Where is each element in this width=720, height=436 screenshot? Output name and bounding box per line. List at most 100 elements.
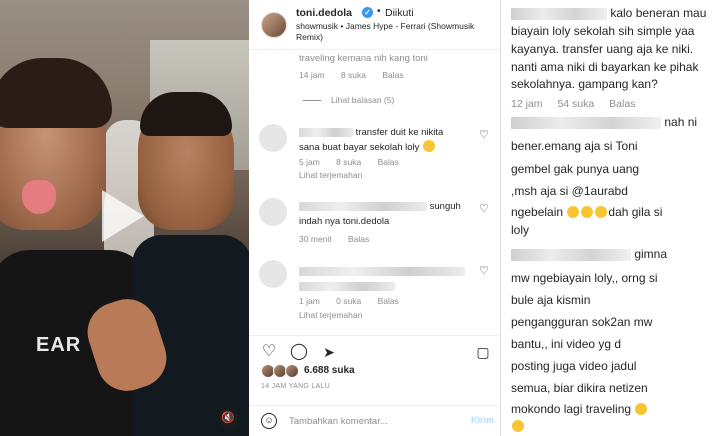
comment-line: sekolahnya. gampang kan? — [511, 77, 658, 91]
reply-button[interactable]: Balas — [382, 70, 403, 80]
comment-line: gimna — [511, 246, 667, 263]
send-button[interactable]: Kirim — [471, 415, 494, 425]
comment-likes[interactable]: 54 suka — [557, 98, 594, 110]
heart-icon[interactable]: ♡ — [479, 128, 489, 141]
laugh-emoji-icon — [512, 420, 524, 432]
video-player[interactable]: EAR 🔇 — [0, 0, 249, 436]
comment-text-truncated: traveling kemana nih kang toni — [299, 53, 428, 64]
comment-line-text: ngebelain — [511, 205, 564, 219]
comment-likes[interactable]: 8 suka — [336, 157, 361, 167]
comment-line: mw ngebiayain loly,, orng si — [511, 271, 658, 285]
heart-icon[interactable]: ♡ — [259, 342, 279, 362]
comment-text: transfer duit ke nikita sana buat bayar … — [299, 125, 443, 155]
bookmark-icon[interactable]: ▢ — [473, 342, 493, 362]
post-username[interactable]: toni.dedola — [296, 7, 352, 19]
post-header: toni.dedola ✓ • Diikuti showmusik • Jame… — [249, 0, 501, 50]
blurred-username — [511, 7, 607, 20]
comment-composer: ☺ Kirim — [249, 405, 501, 436]
person-right-hair — [140, 92, 232, 136]
blurred-comment — [299, 281, 395, 291]
comment-line: posting juga video jadul — [511, 359, 637, 373]
comment-line: kalo beneran mau — [511, 5, 706, 22]
comment-meta: 1 jam 0 suka Balas — [299, 296, 413, 306]
music-label[interactable]: showmusik • James Hype - Ferrari (Showmu… — [296, 21, 492, 43]
play-icon[interactable] — [102, 190, 144, 242]
reply-button[interactable]: Balas — [378, 157, 399, 167]
avatar[interactable] — [261, 12, 287, 38]
reply-button[interactable]: Balas — [609, 98, 635, 110]
tongue — [22, 180, 56, 214]
view-replies-label[interactable]: Lihat balasan (5) — [331, 95, 394, 105]
comment-line: sunguh — [429, 201, 461, 212]
comment-line: nanti ama niki di bayarkan ke pihak — [511, 60, 699, 74]
like-count[interactable]: 6.688 suka — [304, 365, 355, 376]
separator-dot: • — [377, 6, 381, 17]
comment-time: 1 jam — [299, 296, 320, 306]
blurred-username — [299, 201, 427, 211]
comment-line: bule aja kismin — [511, 293, 591, 307]
shirt-print: EAR — [36, 334, 82, 356]
avatar[interactable] — [259, 260, 287, 288]
blurred-username — [511, 248, 631, 261]
comment-meta: 14 jam 8 suka Balas — [299, 70, 418, 80]
comment-line-text: nah ni — [664, 115, 698, 129]
share-icon[interactable]: ➤ — [319, 342, 339, 362]
list-item: traveling kemana nih kang toni 14 jam 8 … — [249, 51, 501, 111]
comment-likes[interactable]: 8 suka — [341, 70, 366, 80]
comment-line-text: mokondo lagi traveling — [511, 402, 632, 416]
comment-icon[interactable]: ◯ — [289, 342, 309, 362]
avatar[interactable] — [259, 198, 287, 226]
comment-input[interactable] — [289, 413, 459, 429]
mute-icon[interactable]: 🔇 — [218, 408, 238, 428]
blurred-username — [299, 127, 353, 137]
comment-line-text: gimna — [634, 247, 668, 261]
comment-line: ngebelain dah gila si — [511, 204, 662, 221]
comment-meta: 5 jam 8 suka Balas — [299, 157, 413, 167]
verified-icon: ✓ — [362, 7, 373, 18]
laugh-emoji-icon — [635, 403, 648, 415]
comment-line: indah nya toni.dedola — [299, 216, 390, 227]
list-item: sunguh indah nya toni.dedola ♡ 30 menit … — [249, 196, 501, 246]
translate-link[interactable]: Lihat terjemahan — [299, 170, 362, 180]
comment-line: kayanya. transfer uang aja ke niki. — [511, 42, 694, 56]
comment-time: 14 jam — [299, 70, 325, 80]
comment-line — [511, 418, 525, 435]
laugh-emoji-icon — [595, 206, 608, 218]
post-timestamp: 14 JAM YANG LALU — [261, 383, 331, 390]
comment-line: mokondo lagi traveling — [511, 401, 648, 418]
post-actions: ♡ ◯ ➤ ▢ 6.688 suka 14 JAM YANG LALU — [249, 335, 501, 405]
comment-text: sunguh indah nya toni.dedola — [299, 199, 461, 229]
heart-icon[interactable]: ♡ — [479, 202, 489, 215]
comment-line: gembel gak punya uang — [511, 162, 640, 176]
comment-time: 30 menit — [299, 234, 332, 244]
zoomed-comments: kalo beneran mau biayain loly sekolah si… — [501, 0, 720, 436]
emoji-icon[interactable]: ☺ — [261, 413, 277, 429]
reply-button[interactable]: Balas — [378, 296, 399, 306]
avatar[interactable] — [259, 124, 287, 152]
comment-line: bantu,, ini video yg d — [511, 337, 622, 351]
comment-line: transfer duit ke nikita — [355, 127, 444, 138]
avatar — [285, 364, 299, 378]
comment-line-text: dah gila si — [608, 205, 663, 219]
comment-meta: 12 jam 54 suka Balas — [511, 98, 647, 110]
comment-line: nah ni — [511, 114, 697, 131]
comment-line: ,msh aja si @1aurabd — [511, 184, 628, 198]
comment-line-text: kalo beneran mau — [610, 6, 707, 20]
comment-likes[interactable]: 0 suka — [336, 296, 361, 306]
reply-button[interactable]: Balas — [348, 234, 369, 244]
comment-text — [299, 264, 465, 294]
view-replies[interactable]: Lihat balasan (5) — [303, 95, 408, 105]
person-left-hair — [0, 58, 112, 128]
divider — [303, 100, 321, 102]
laugh-emoji-icon — [581, 206, 594, 218]
heart-icon[interactable]: ♡ — [479, 264, 489, 277]
comment-meta: 30 menit Balas — [299, 234, 383, 244]
follow-status[interactable]: Diikuti — [385, 7, 414, 19]
translate-link[interactable]: Lihat terjemahan — [299, 310, 362, 320]
comment-line: biayain loly sekolah sih simple yaa — [511, 24, 695, 38]
laugh-emoji-icon — [423, 140, 436, 152]
comment-line: bener.emang aja si Toni — [511, 139, 638, 153]
comment-time: 12 jam — [511, 98, 543, 110]
comment-line: pengangguran sok2an mw — [511, 315, 653, 329]
blurred-comment — [299, 266, 465, 276]
